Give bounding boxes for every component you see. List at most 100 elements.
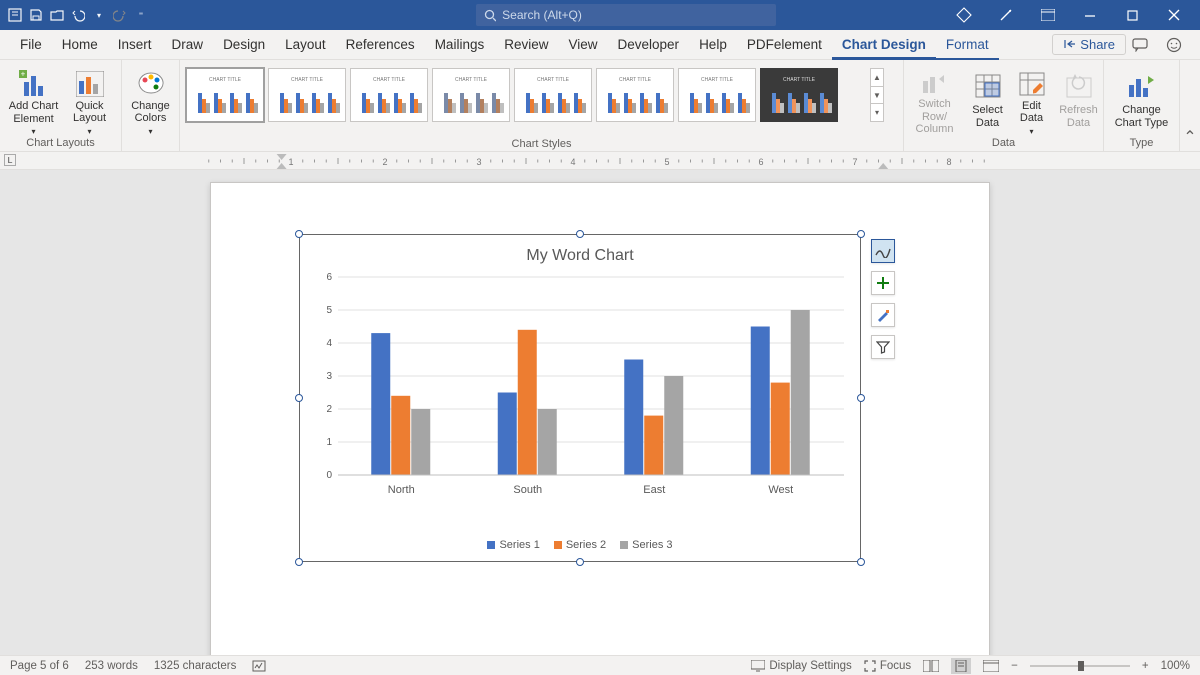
- tab-home[interactable]: Home: [52, 30, 108, 60]
- layout-options-button[interactable]: [871, 239, 895, 263]
- undo-icon[interactable]: [69, 6, 87, 24]
- edit-data-button[interactable]: Edit Data▾: [1012, 66, 1052, 136]
- layout-options-icon: [875, 244, 891, 258]
- resize-handle[interactable]: [857, 394, 865, 402]
- legend-item[interactable]: Series 1: [487, 539, 539, 551]
- chart-object[interactable]: My Word Chart 0123456NorthSouthEastWest …: [299, 234, 861, 562]
- status-page[interactable]: Page 5 of 6: [10, 660, 69, 672]
- tab-developer[interactable]: Developer: [608, 30, 690, 60]
- tab-view[interactable]: View: [558, 30, 607, 60]
- resize-handle[interactable]: [576, 558, 584, 566]
- tab-references[interactable]: References: [336, 30, 425, 60]
- chart-styles-button[interactable]: [871, 303, 895, 327]
- tab-file[interactable]: File: [10, 30, 52, 60]
- tab-pdfelement[interactable]: PDFelement: [737, 30, 832, 60]
- zoom-level[interactable]: 100%: [1161, 660, 1190, 672]
- display-settings-button[interactable]: Display Settings: [751, 660, 851, 672]
- change-colors-button[interactable]: Change Colors▾: [127, 66, 175, 136]
- resize-handle[interactable]: [295, 558, 303, 566]
- minimize-icon[interactable]: [1070, 0, 1110, 30]
- tab-selector-icon[interactable]: L: [4, 154, 16, 166]
- tab-insert[interactable]: Insert: [108, 30, 162, 60]
- diamond-icon[interactable]: [944, 0, 984, 30]
- maximize-icon[interactable]: [1112, 0, 1152, 30]
- tab-review[interactable]: Review: [494, 30, 558, 60]
- read-mode-icon[interactable]: [923, 660, 939, 672]
- chart-plot[interactable]: 0123456NorthSouthEastWest: [316, 271, 850, 503]
- gallery-more-icon[interactable]: ▾: [871, 104, 883, 121]
- tab-layout[interactable]: Layout: [275, 30, 336, 60]
- focus-button[interactable]: Focus: [864, 660, 911, 672]
- svg-text:5: 5: [664, 157, 669, 167]
- gallery-down-icon[interactable]: ▼: [871, 87, 883, 105]
- svg-text:CHART TITLE: CHART TITLE: [783, 77, 816, 83]
- group-label-type: Type: [1110, 137, 1173, 151]
- chart-elements-button[interactable]: [871, 271, 895, 295]
- tab-mailings[interactable]: Mailings: [425, 30, 495, 60]
- search-input[interactable]: [502, 8, 768, 22]
- share-button[interactable]: Share: [1052, 34, 1126, 55]
- wand-icon[interactable]: [986, 0, 1026, 30]
- switch-row-column-button: Switch Row/ Column: [906, 66, 964, 136]
- status-words[interactable]: 253 words: [85, 660, 138, 672]
- gallery-up-icon[interactable]: ▲: [871, 69, 883, 87]
- zoom-in-icon[interactable]: +: [1142, 660, 1149, 672]
- save-icon[interactable]: [27, 6, 45, 24]
- svg-text:South: South: [513, 484, 542, 496]
- chart-legend[interactable]: Series 1 Series 2 Series 3: [300, 539, 860, 551]
- change-chart-type-button[interactable]: Change Chart Type: [1110, 66, 1174, 136]
- document-canvas[interactable]: My Word Chart 0123456NorthSouthEastWest …: [0, 170, 1200, 656]
- tab-design[interactable]: Design: [213, 30, 275, 60]
- open-icon[interactable]: [48, 6, 66, 24]
- comments-icon[interactable]: [1132, 38, 1160, 52]
- add-chart-element-button[interactable]: + Add Chart Element▾: [7, 66, 61, 136]
- zoom-out-icon[interactable]: −: [1011, 660, 1018, 672]
- legend-item[interactable]: Series 2: [554, 539, 606, 551]
- smiley-icon[interactable]: [1166, 37, 1190, 53]
- svg-text:CHART TITLE: CHART TITLE: [373, 77, 406, 83]
- chart-style-thumb[interactable]: CHART TITLE: [678, 68, 756, 122]
- share-label: Share: [1080, 37, 1115, 52]
- svg-text:+: +: [20, 70, 25, 79]
- search-box[interactable]: [476, 4, 776, 26]
- add-chart-element-icon: +: [18, 70, 50, 98]
- redo-icon[interactable]: [111, 6, 129, 24]
- resize-handle[interactable]: [295, 230, 303, 238]
- chart-title[interactable]: My Word Chart: [300, 235, 860, 265]
- svg-text:6: 6: [758, 157, 763, 167]
- collapse-ribbon-icon[interactable]: ⌃: [1180, 127, 1200, 151]
- legend-item[interactable]: Series 3: [620, 539, 672, 551]
- chevron-down-icon[interactable]: ▾: [90, 6, 108, 24]
- gallery-scroll[interactable]: ▲▼▾: [870, 68, 884, 122]
- proofing-icon[interactable]: [252, 659, 266, 673]
- qat-customize-icon[interactable]: ⁼: [132, 6, 150, 24]
- quick-layout-button[interactable]: Quick Layout▾: [65, 66, 115, 136]
- resize-handle[interactable]: [576, 230, 584, 238]
- web-layout-icon[interactable]: [983, 660, 999, 672]
- resize-handle[interactable]: [295, 394, 303, 402]
- ribbon-display-icon[interactable]: [1028, 0, 1068, 30]
- status-chars[interactable]: 1325 characters: [154, 660, 236, 672]
- chart-style-thumb[interactable]: CHART TITLE: [514, 68, 592, 122]
- chart-style-thumb[interactable]: CHART TITLE: [268, 68, 346, 122]
- edit-data-icon: [1016, 70, 1048, 98]
- print-layout-icon[interactable]: [951, 658, 971, 674]
- close-icon[interactable]: [1154, 0, 1194, 30]
- ruler[interactable]: L 12345678: [0, 152, 1200, 170]
- resize-handle[interactable]: [857, 558, 865, 566]
- svg-text:4: 4: [326, 338, 332, 349]
- chart-filters-button[interactable]: [871, 335, 895, 359]
- tab-draw[interactable]: Draw: [162, 30, 214, 60]
- select-data-button[interactable]: Select Data: [968, 66, 1008, 136]
- tab-chart-design[interactable]: Chart Design: [832, 30, 936, 60]
- chart-style-thumb[interactable]: CHART TITLE: [432, 68, 510, 122]
- chart-style-thumb[interactable]: CHART TITLE: [596, 68, 674, 122]
- chart-style-thumb[interactable]: CHART TITLE: [186, 68, 264, 122]
- tab-format[interactable]: Format: [936, 30, 999, 60]
- resize-handle[interactable]: [857, 230, 865, 238]
- zoom-slider[interactable]: [1030, 665, 1130, 667]
- tab-help[interactable]: Help: [689, 30, 737, 60]
- chart-style-thumb[interactable]: CHART TITLE: [350, 68, 428, 122]
- chart-style-thumb[interactable]: CHART TITLE: [760, 68, 838, 122]
- autosave-icon[interactable]: [6, 6, 24, 24]
